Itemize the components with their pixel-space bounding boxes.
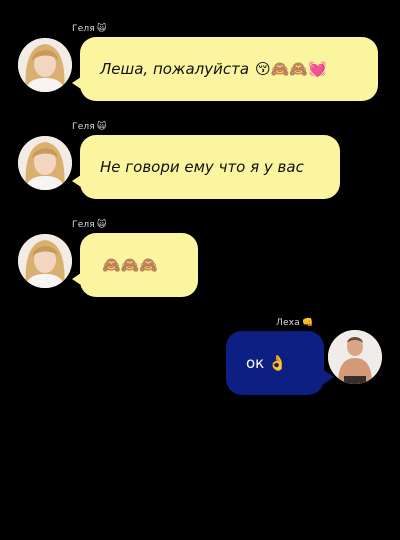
sender-badge-icon: 🙀 [97, 122, 107, 132]
avatar[interactable] [18, 38, 72, 92]
sender-name-text: Геля [72, 122, 95, 132]
message-text: Леша, пожалуйста [100, 60, 250, 78]
message-row: Геля 🙀 🙈🙈🙈 [0, 216, 400, 306]
message-text: ок [246, 354, 265, 372]
message-bubble[interactable]: Не говори ему что я у вас [80, 135, 340, 199]
ok-hand-icon: 👌 [268, 354, 287, 372]
avatar[interactable] [328, 330, 382, 384]
message-bubble[interactable]: Леша, пожалуйста 😚🙈🙈💓 [80, 37, 378, 101]
message-row: Геля 🙀 Не говори ему что я у вас [0, 118, 400, 208]
boy-avatar-icon [328, 330, 382, 384]
girl-avatar-icon [18, 234, 72, 288]
sender-name: Геля 🙀 [72, 24, 107, 34]
sender-badge-icon: 👊 [301, 318, 314, 328]
message-text: Не говори ему что я у вас [100, 158, 304, 176]
message-bubble[interactable]: ок 👌 [226, 331, 324, 395]
sender-badge-icon: 🙀 [97, 220, 107, 230]
emoji-sequence: 🙈🙈🙈 [102, 256, 159, 274]
sender-name: Геля 🙀 [72, 122, 107, 132]
message-bubble[interactable]: 🙈🙈🙈 [80, 233, 198, 297]
message-row: Геля 🙀 Леша, пожалуйста 😚🙈🙈💓 [0, 20, 400, 110]
sender-badge-icon: 🙀 [97, 24, 107, 34]
avatar[interactable] [18, 136, 72, 190]
sender-name-text: Геля [72, 220, 95, 230]
message-row: Леха 👊 ок 👌 [0, 314, 400, 404]
emoji-sequence: 😚🙈🙈💓 [255, 60, 327, 78]
sender-name: Леха 👊 [276, 318, 313, 328]
girl-avatar-icon [18, 136, 72, 190]
girl-avatar-icon [18, 38, 72, 92]
sender-name: Геля 🙀 [72, 220, 107, 230]
avatar[interactable] [18, 234, 72, 288]
sender-name-text: Геля [72, 24, 95, 34]
sender-name-text: Леха [276, 318, 300, 328]
